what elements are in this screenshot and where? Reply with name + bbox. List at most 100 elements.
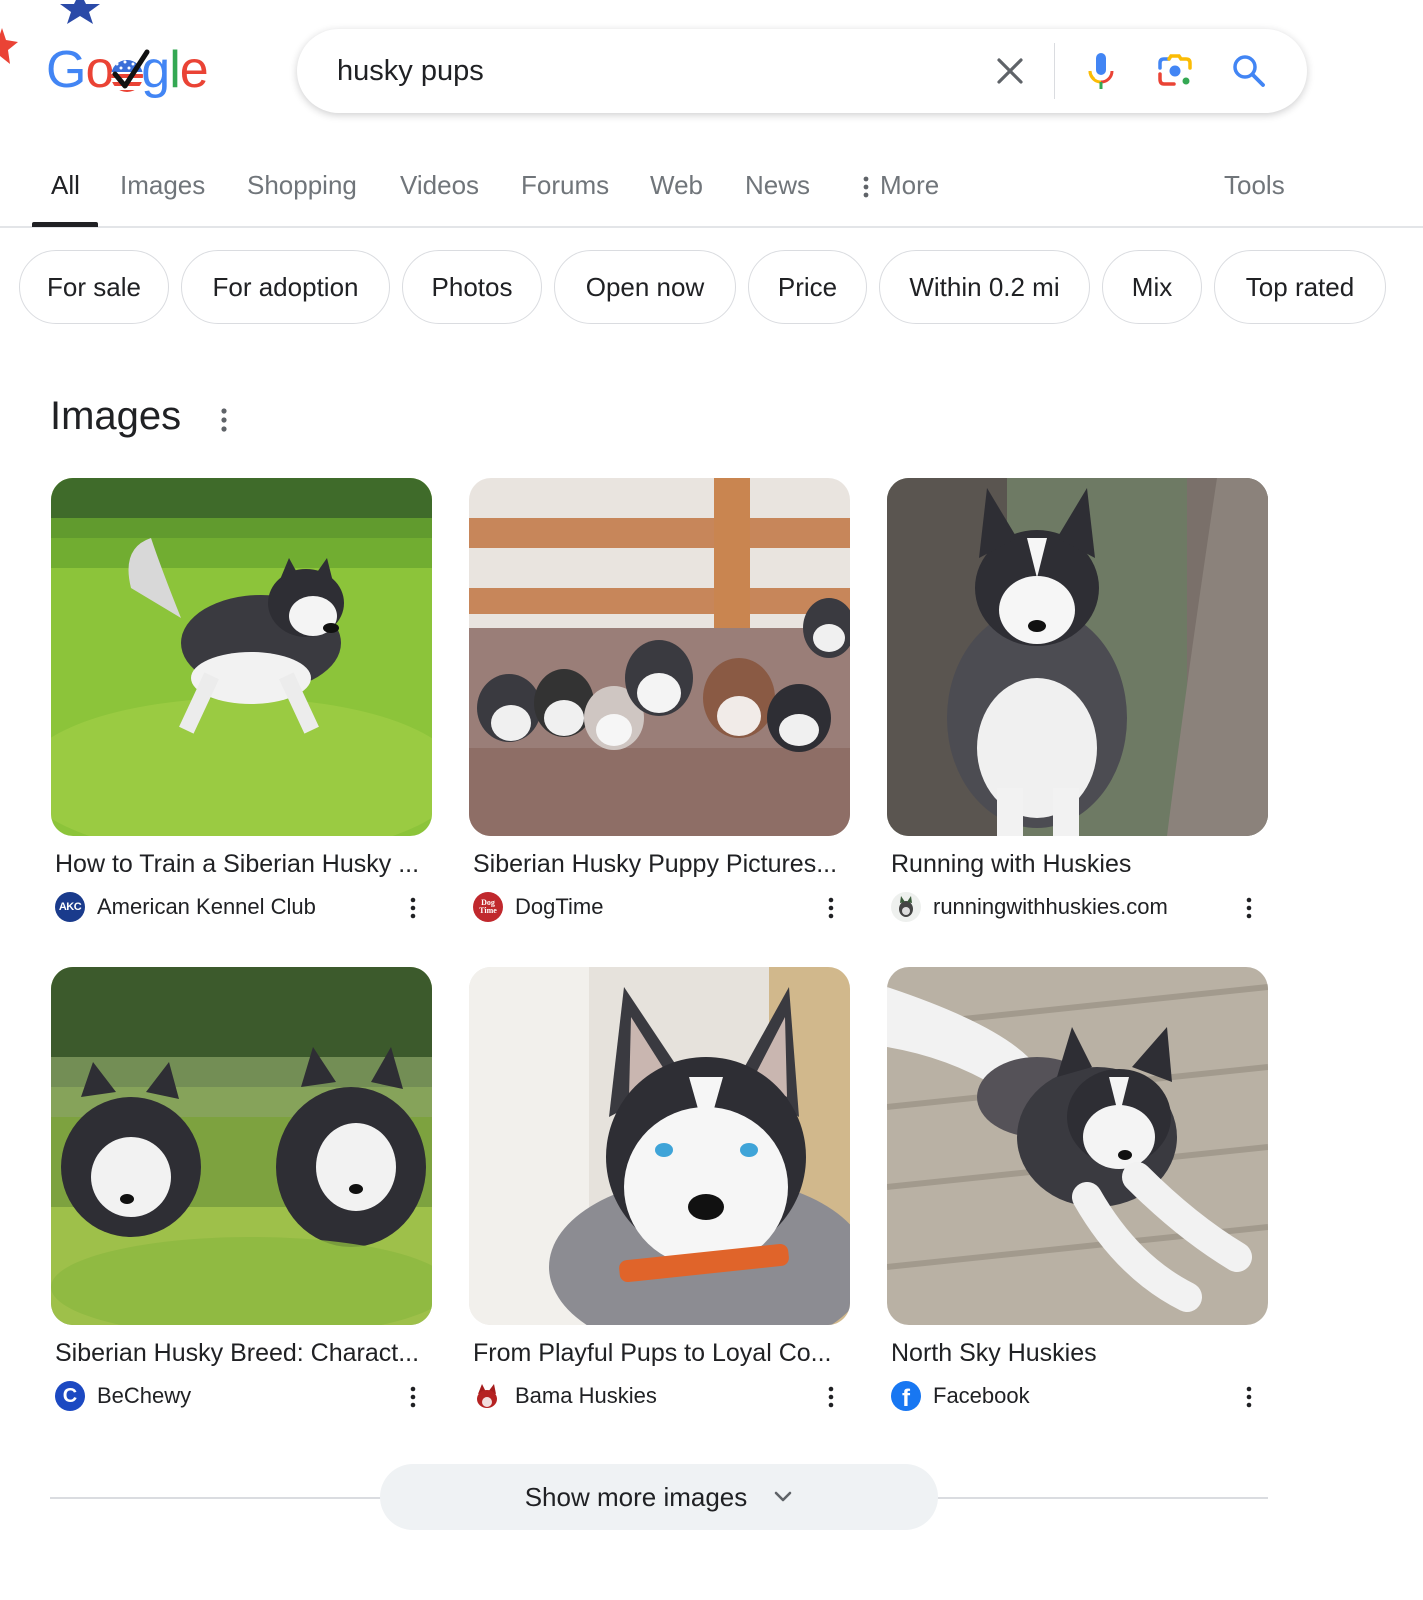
lens-search-button[interactable] [1155,51,1195,91]
source-name: DogTime [515,894,604,919]
tab-more[interactable]: More [862,170,939,201]
more-vert-icon [1246,1386,1252,1408]
dogtime-favicon-icon: Dog Time [473,892,503,922]
tab-web[interactable]: Web [650,170,703,201]
chip-mix[interactable]: Mix [1102,250,1202,324]
flag-checkmark-icon [111,49,150,92]
close-icon [997,58,1023,84]
favicon-text: Dog Time [479,898,497,915]
lens-camera-icon [1158,54,1192,86]
more-vert-icon [828,1386,834,1408]
images-section-menu-button[interactable] [212,402,236,438]
source-name: runningwithhuskies.com [933,894,1168,919]
tab-all[interactable]: All [51,170,80,201]
husky-head-icon [899,896,913,917]
image-result-title[interactable]: Siberian Husky Breed: Charact... [55,1339,419,1368]
bechewy-favicon-icon: C [55,1381,85,1411]
favicon-text: C [62,1384,78,1407]
show-more-label: Show more images [524,1481,748,1512]
image-result-source[interactable]: AKC American Kennel Club [55,892,316,922]
google-logo: Goo gle [46,40,209,100]
source-name: American Kennel Club [97,894,316,919]
husky-puppy-image [51,478,432,836]
logo-letter: e [179,41,209,99]
tools-button[interactable]: Tools [1224,170,1285,201]
voice-search-button[interactable] [1081,51,1121,91]
chip-photos[interactable]: Photos [402,250,542,324]
chip-within-distance[interactable]: Within 0.2 mi [879,250,1090,324]
husky-lying-floor-image [887,967,1268,1325]
runningwithhuskies-favicon-icon [891,892,921,922]
search-submit-button[interactable] [1229,51,1269,91]
source-name: Bama Huskies [515,1383,657,1408]
more-vert-icon [410,1386,416,1408]
tab-more-label: More [880,170,940,200]
tab-news[interactable]: News [745,170,810,201]
search-tabs: All Images Shopping Videos Forums Web Ne… [0,150,1423,228]
image-result-title[interactable]: Running with Huskies [891,850,1131,879]
tab-shopping[interactable]: Shopping [247,170,357,201]
image-thumbnail[interactable] [469,478,850,836]
blue-star-icon [60,0,100,24]
result-menu-button[interactable] [401,1383,425,1411]
image-result-title[interactable]: From Playful Pups to Loyal Co... [473,1339,831,1368]
result-menu-button[interactable] [819,1383,843,1411]
search-divider [1054,43,1055,99]
logo-letter: G [46,41,86,99]
search-box [297,29,1307,113]
show-more-images-button[interactable]: Show more images [380,1464,938,1530]
image-thumbnail[interactable] [887,478,1268,836]
image-result-title[interactable]: How to Train a Siberian Husky ... [55,850,419,879]
image-result-source[interactable]: Dog Time DogTime [473,892,603,922]
blue-eyed-husky-image [469,967,850,1325]
more-vert-icon [221,408,227,432]
chip-price[interactable]: Price [748,250,867,324]
result-menu-button[interactable] [401,894,425,922]
result-menu-button[interactable] [1237,894,1261,922]
tab-videos[interactable]: Videos [400,170,479,201]
husky-tree-image [887,478,1268,836]
favicon-text: AKC [58,901,82,913]
chevron-down-icon [773,1490,793,1504]
red-star-icon [0,28,18,64]
result-menu-button[interactable] [1237,1383,1261,1411]
chip-for-adoption[interactable]: For adoption [181,250,390,324]
microphone-icon [1088,53,1114,89]
chip-for-sale[interactable]: For sale [19,250,169,324]
husky-litter-image [469,478,850,836]
search-input[interactable] [337,29,957,113]
image-thumbnail[interactable] [469,967,850,1325]
tab-images[interactable]: Images [120,170,205,201]
image-result-source[interactable]: f Facebook [891,1381,1030,1411]
image-result-source[interactable]: Bama Huskies [473,1381,657,1411]
more-vert-icon [828,897,834,919]
search-icon [1233,55,1265,87]
logo-letter: o [111,40,150,100]
source-name: Facebook [933,1383,1030,1408]
image-thumbnail[interactable] [51,478,432,836]
tab-forums[interactable]: Forums [521,170,609,201]
filter-chips: For sale For adoption Photos Open now Pr… [0,250,1423,326]
image-result-title[interactable]: Siberian Husky Puppy Pictures... [473,850,837,879]
result-menu-button[interactable] [819,894,843,922]
image-thumbnail[interactable] [51,967,432,1325]
source-name: BeChewy [97,1383,192,1408]
image-thumbnail[interactable] [887,967,1268,1325]
red-husky-icon [477,1384,497,1408]
logo-letter: l [169,41,181,99]
image-result-source[interactable]: runningwithhuskies.com [891,892,1168,922]
facebook-favicon-icon: f [891,1381,921,1411]
bama-huskies-favicon-icon [473,1381,503,1411]
more-vert-icon [410,897,416,919]
image-result-source[interactable]: C BeChewy [55,1381,191,1411]
two-husky-puppies-image [51,967,432,1325]
active-tab-indicator [32,222,98,227]
favicon-text: f [902,1385,910,1411]
chip-top-rated[interactable]: Top rated [1214,250,1386,324]
clear-search-button[interactable] [990,51,1030,91]
akc-favicon-icon: AKC [55,892,85,922]
google-doodle-logo[interactable]: Goo gle [0,0,240,120]
chip-open-now[interactable]: Open now [554,250,736,324]
images-section-title: Images [50,394,182,438]
image-result-title[interactable]: North Sky Huskies [891,1339,1097,1368]
